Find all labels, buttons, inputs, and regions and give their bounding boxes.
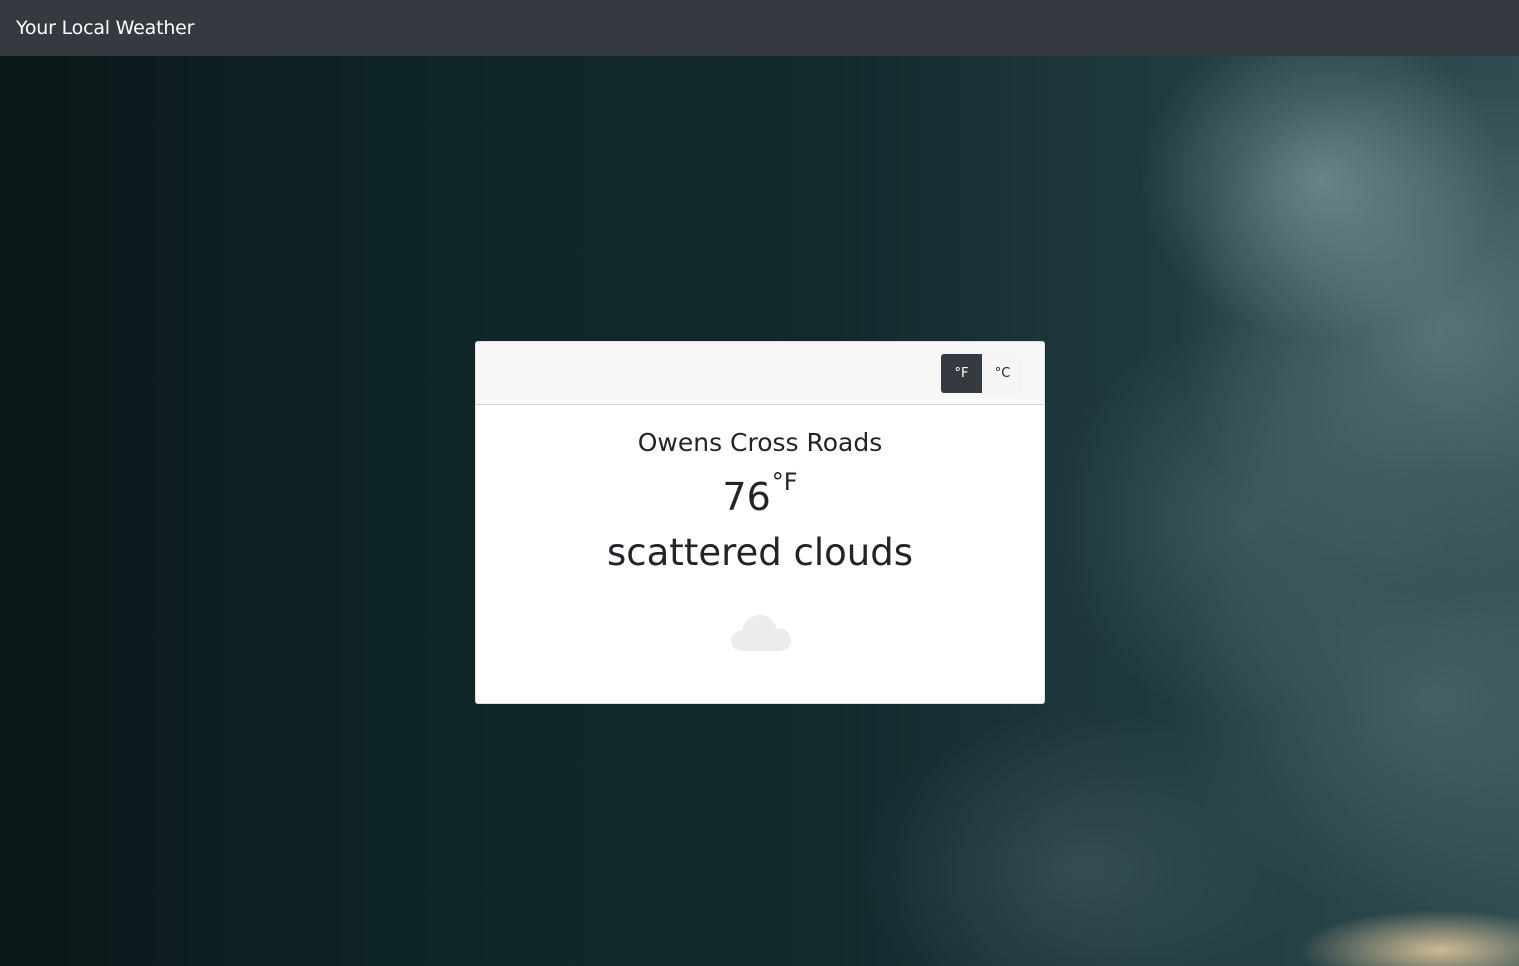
city-name: Owens Cross Roads <box>637 428 883 457</box>
temperature-unit: °F <box>771 468 798 496</box>
navbar-brand[interactable]: Your Local Weather <box>16 17 194 39</box>
temperature-readout: 76°F <box>476 468 1044 524</box>
card-header: °F °C <box>476 342 1044 405</box>
cloud-icon <box>730 613 792 653</box>
fahrenheit-button[interactable]: °F <box>941 354 982 393</box>
weather-description: scattered clouds <box>607 531 913 574</box>
weather-card: °F °C Owens Cross Roads 76°F scattered c… <box>475 341 1045 704</box>
page: Your Local Weather °F °C Owens Cross Roa… <box>0 0 1519 966</box>
celsius-button[interactable]: °C <box>982 354 1023 393</box>
unit-toggle: °F °C <box>941 354 1023 393</box>
navbar: Your Local Weather <box>0 0 1519 56</box>
temperature-value: 76 <box>722 475 771 519</box>
